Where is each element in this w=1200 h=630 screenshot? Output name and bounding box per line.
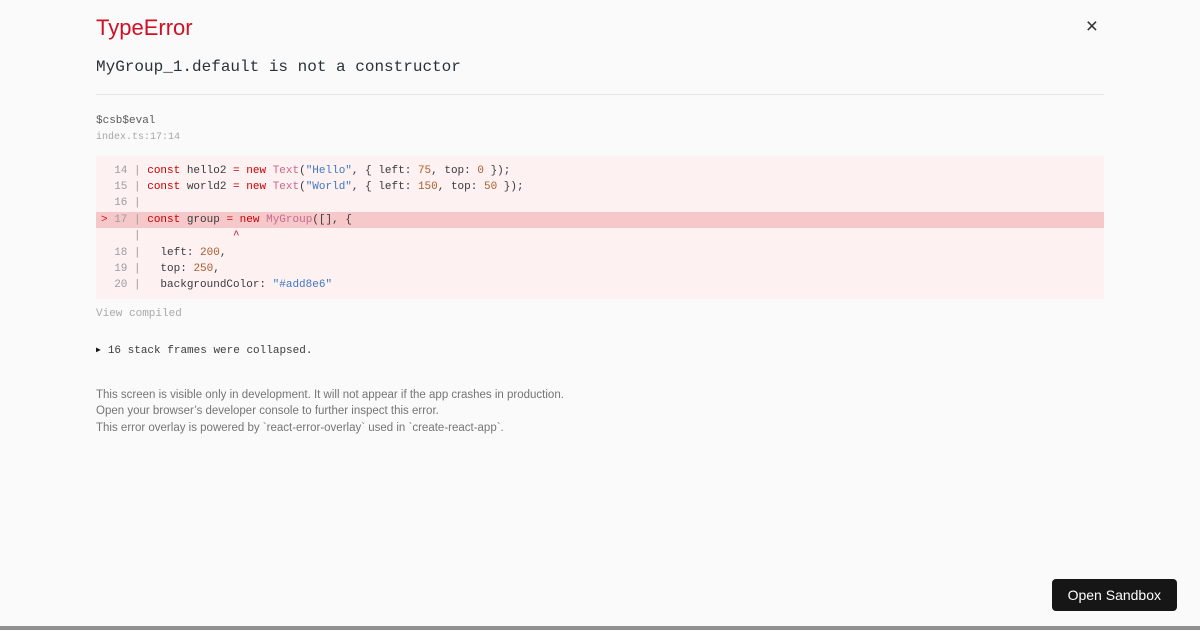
- code-line: 16 |: [101, 197, 148, 210]
- footer-note: This screen is visible only in developme…: [96, 387, 1104, 437]
- divider: [96, 93, 1104, 95]
- code-line: 20 | backgroundColor: "#add8e6": [101, 279, 333, 292]
- error-message: MyGroup_1.default is not a constructor: [96, 57, 461, 76]
- footer-line: This screen is visible only in developme…: [96, 388, 564, 401]
- view-compiled-link[interactable]: View compiled: [96, 308, 182, 320]
- code-block: 14 | const hello2 = new Text("Hello", { …: [96, 155, 1104, 299]
- footer-line: This error overlay is powered by `react-…: [96, 421, 504, 434]
- code-line-highlighted: > 17 | const group = new MyGroup([], {: [96, 211, 1104, 229]
- open-sandbox-button[interactable]: Open Sandbox: [1051, 579, 1177, 611]
- close-icon[interactable]: ×: [1086, 16, 1098, 37]
- code-line: | ^: [101, 230, 240, 243]
- code-line: 14 | const hello2 = new Text("Hello", { …: [101, 164, 511, 177]
- collapsed-stack-frames-toggle[interactable]: ▶ 16 stack frames were collapsed.: [96, 345, 1104, 357]
- expand-triangle-icon: ▶: [96, 345, 101, 355]
- error-overlay: TypeError × MyGroup_1.default is not a c…: [0, 0, 1200, 436]
- header-row: TypeError ×: [96, 12, 1104, 42]
- bottom-edge-strip: [0, 626, 1200, 630]
- stack-frame-function: $csb$eval: [96, 114, 156, 127]
- error-title: TypeError: [96, 15, 193, 40]
- code-line: 19 | top: 250,: [101, 262, 220, 275]
- footer-line: Open your browser’s developer console to…: [96, 405, 439, 418]
- collapsed-stack-frames-label: 16 stack frames were collapsed.: [107, 344, 313, 357]
- stack-frame-location: index.ts:17:14: [96, 131, 181, 143]
- code-line: 15 | const world2 = new Text("World", { …: [101, 180, 524, 193]
- code-line: 18 | left: 200,: [101, 246, 227, 259]
